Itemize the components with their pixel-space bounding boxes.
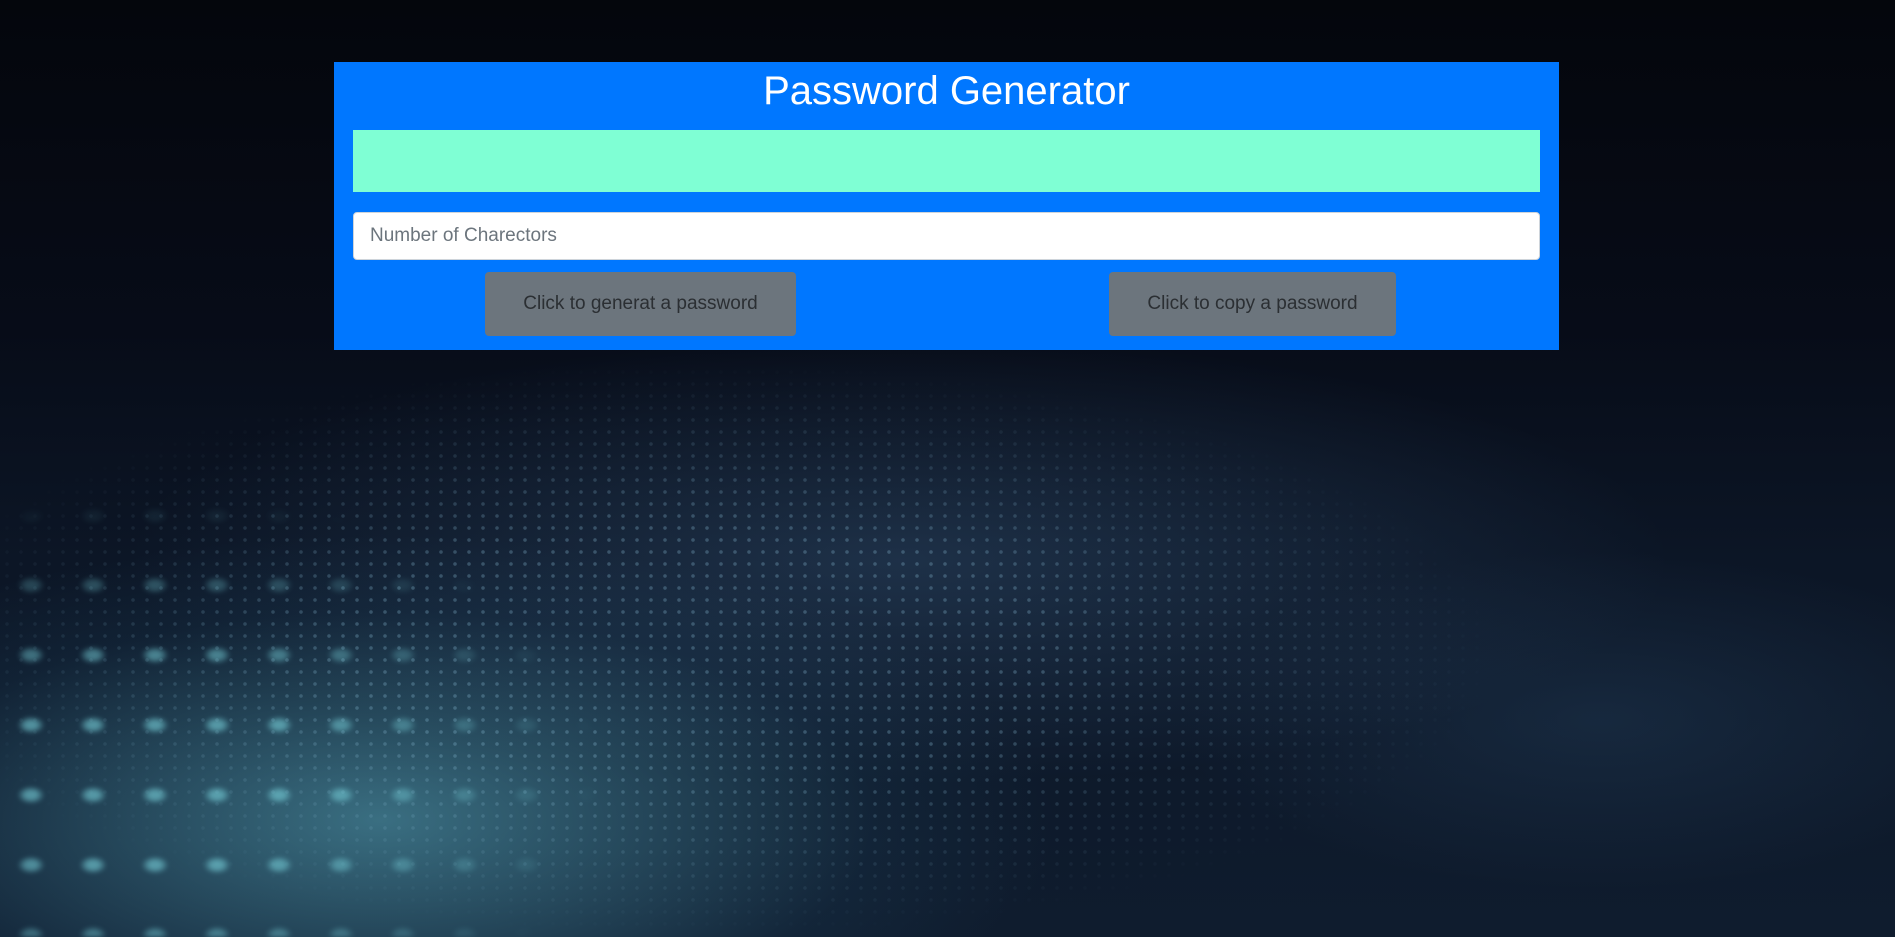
background-bokeh-dots [0, 480, 620, 937]
password-output-field[interactable] [353, 130, 1540, 192]
copy-password-button[interactable]: Click to copy a password [1109, 272, 1396, 336]
character-count-input[interactable] [353, 212, 1540, 260]
password-generator-panel: Password Generator Click to generat a pa… [334, 62, 1559, 350]
page-title: Password Generator [763, 69, 1130, 113]
generate-password-button[interactable]: Click to generat a password [485, 272, 796, 336]
